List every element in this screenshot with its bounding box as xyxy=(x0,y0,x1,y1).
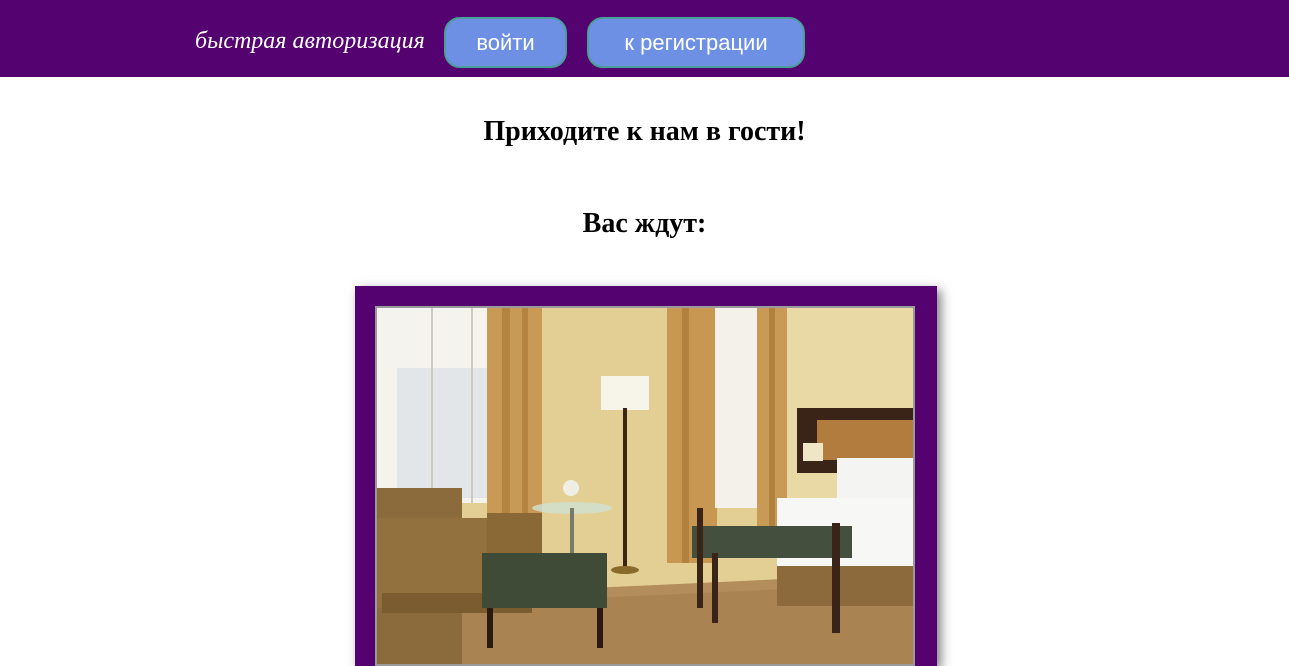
login-button[interactable]: войти xyxy=(444,17,567,68)
register-button[interactable]: к регистрации xyxy=(587,17,805,68)
welcome-heading: Приходите к нам в гости! xyxy=(483,116,806,147)
photo-frame xyxy=(355,286,937,666)
waiting-heading: Вас ждут: xyxy=(582,208,707,239)
quick-auth-label: быстрая авторизация xyxy=(195,28,425,54)
hotel-room-photo xyxy=(375,306,915,666)
top-bar: быстрая авторизация войти к регистрации xyxy=(0,0,1289,77)
